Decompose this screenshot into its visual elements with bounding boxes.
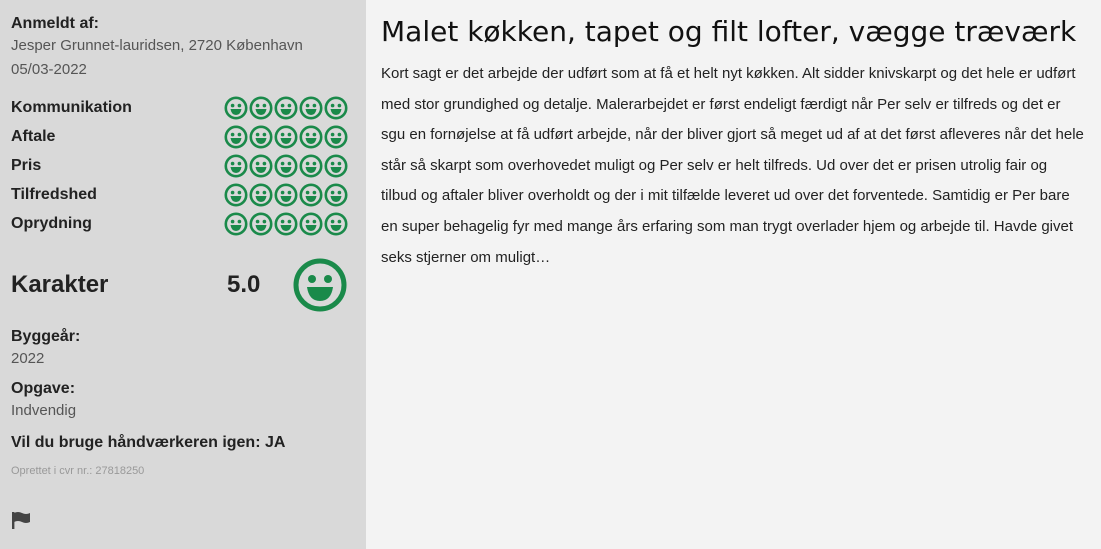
rating-smileys	[224, 183, 348, 207]
build-year-value: 2022	[11, 350, 45, 367]
smiley-icon	[299, 212, 323, 235]
smiley-icon	[249, 96, 273, 119]
rating-label: Kommunikation	[11, 98, 132, 116]
rating-label: Pris	[11, 156, 42, 174]
smiley-icon	[224, 212, 248, 235]
smiley-icon	[274, 125, 298, 148]
smiley-icon	[249, 125, 273, 148]
review-body: Kort sagt er det arbejde der udført som …	[381, 65, 1084, 266]
review-title: Malet køkken, tapet og filt lofter, vægg…	[381, 15, 1077, 48]
task-value: Indvendig	[11, 402, 77, 419]
smiley-icon	[224, 183, 248, 206]
rating-row: Tilfredshed	[11, 180, 348, 209]
smiley-icon	[249, 154, 273, 177]
smiley-icon	[324, 96, 348, 119]
smiley-icon	[324, 154, 348, 177]
smiley-icon	[299, 96, 323, 119]
cvr-text: Oprettet i cvr nr.: 27818250	[11, 465, 145, 477]
reviewer-block: Anmeldt af: Jesper Grunnet-lauridsen, 27…	[11, 14, 348, 82]
rating-row: Kommunikation	[11, 93, 348, 122]
smiley-icon	[249, 183, 273, 206]
smiley-icon	[249, 212, 273, 235]
task-block: Opgave: Indvendig	[11, 379, 348, 423]
build-year-label: Byggeår:	[11, 328, 81, 345]
grade-label: Karakter	[11, 271, 109, 298]
review-date: 05/03-2022	[11, 61, 87, 78]
grade-value: 5.0	[227, 271, 261, 298]
smiley-icon	[324, 212, 348, 235]
rating-row: Aftale	[11, 122, 348, 151]
ratings-list: Kommunikation Aftale Pris Tilfredshed Oprydn…	[11, 93, 348, 238]
review-content: Malet køkken, tapet og filt lofter, vægg…	[366, 0, 1101, 549]
grade-row: Karakter 5.0	[11, 254, 348, 316]
rating-label: Tilfredshed	[11, 185, 97, 203]
rating-smileys	[224, 154, 348, 178]
smiley-icon	[224, 154, 248, 177]
reuse-answer: Vil du bruge håndværkeren igen: JA	[11, 434, 286, 451]
rating-smileys	[224, 96, 348, 120]
build-year-block: Byggeår: 2022	[11, 327, 348, 371]
review-sidebar: Anmeldt af: Jesper Grunnet-lauridsen, 27…	[0, 0, 366, 549]
reviewer-label: Anmeldt af:	[11, 15, 99, 32]
rating-smileys	[224, 212, 348, 236]
smiley-icon	[224, 96, 248, 119]
smiley-icon	[274, 154, 298, 177]
smiley-icon	[299, 183, 323, 206]
rating-label: Aftale	[11, 127, 56, 145]
smiley-icon	[274, 183, 298, 206]
smiley-icon	[324, 183, 348, 206]
smiley-icon	[299, 125, 323, 148]
reviewer-name: Jesper Grunnet-lauridsen, 2720 København	[11, 37, 303, 54]
rating-row: Pris	[11, 151, 348, 180]
smiley-icon	[274, 96, 298, 119]
flag-icon[interactable]	[11, 511, 31, 529]
smiley-icon	[274, 212, 298, 235]
smiley-icon	[324, 125, 348, 148]
rating-label: Oprydning	[11, 214, 92, 232]
review-card: Anmeldt af: Jesper Grunnet-lauridsen, 27…	[0, 0, 1101, 549]
rating-row: Oprydning	[11, 209, 348, 238]
rating-smileys	[224, 125, 348, 149]
smiley-icon	[299, 154, 323, 177]
smiley-icon	[293, 258, 347, 312]
smiley-icon	[224, 125, 248, 148]
task-label: Opgave:	[11, 380, 76, 397]
